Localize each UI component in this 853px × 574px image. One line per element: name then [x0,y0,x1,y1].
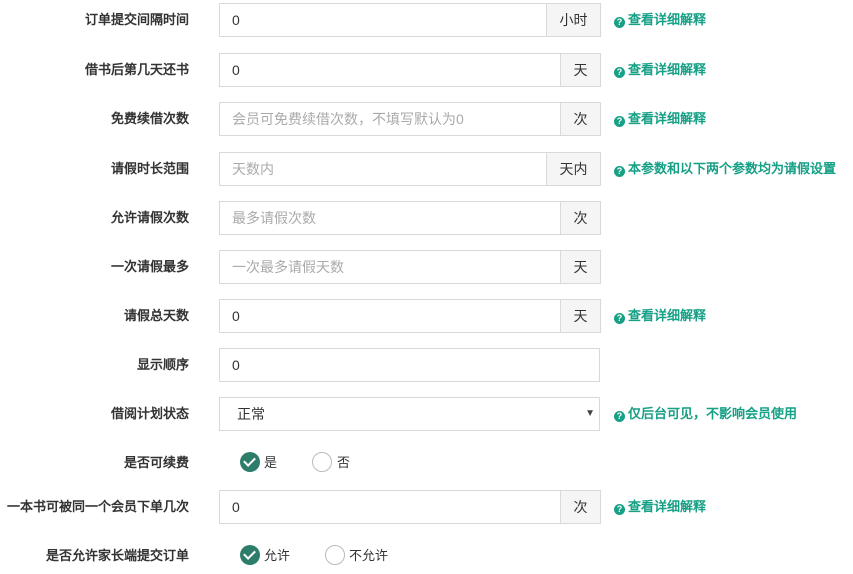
leave-total-label: 请假总天数 [123,308,189,323]
free-renew-help[interactable]: ? 查看详细解释 [614,102,706,136]
form-row-leave-total: 请假总天数 0 天 ? 查看详细解释 [0,299,853,333]
order-limit-unit: 次 [560,490,601,524]
question-icon: ? [614,116,625,127]
radio-unchecked-icon [312,452,332,472]
return-day-unit: 天 [560,53,601,87]
free-renew-unit: 次 [560,102,601,136]
parent-order-option-deny-label: 不允许 [349,548,389,563]
order-interval-unit: 小时 [546,3,601,37]
renewable-label: 是否可续费 [123,455,189,470]
parent-order-option-allow-label: 允许 [264,548,291,563]
order-limit-input[interactable]: 0 次 [219,490,601,524]
form-row-free-renew: 免费续借次数 会员可免费续借次数，不填写默认为0 次 ? 查看详细解释 [0,102,853,136]
form-row-leave-count: 允许请假次数 最多请假次数 次 [0,201,853,235]
order-interval-input[interactable]: 0 小时 [219,3,601,37]
chevron-down-icon: ▼ [585,408,595,419]
renewable-option-yes-label: 是 [264,455,278,470]
plan-status-select[interactable]: 正常 ▼ [219,397,600,431]
question-icon: ? [614,166,625,177]
display-order-value: 0 [232,357,240,373]
order-interval-value: 0 [232,12,240,28]
leave-total-input[interactable]: 0 天 [219,299,601,333]
order-interval-help[interactable]: ? 查看详细解释 [614,3,706,37]
free-renew-placeholder: 会员可免费续借次数，不填写默认为0 [232,111,464,127]
radio-unchecked-icon [325,545,345,565]
order-limit-value: 0 [232,499,240,515]
form-row-return-day: 借书后第几天还书 0 天 ? 查看详细解释 [0,53,853,87]
parent-order-option-allow[interactable]: 允许 [239,539,309,573]
question-icon: ? [614,504,625,515]
leave-count-label: 允许请假次数 [110,210,189,225]
leave-range-input[interactable]: 天数内 天内 [219,152,601,186]
return-day-input[interactable]: 0 天 [219,53,601,87]
radio-checked-icon [240,545,260,565]
display-order-input[interactable]: 0 [219,348,600,382]
plan-status-help: ? 仅后台可见，不影响会员使用 [614,397,797,431]
renewable-option-no[interactable]: 否 [311,446,371,480]
leave-max-once-label: 一次请假最多 [110,259,189,274]
display-order-label: 显示顺序 [136,357,189,372]
form-row-display-order: 显示顺序 0 [0,348,853,382]
form-row-leave-max-once: 一次请假最多 一次最多请假天数 天 [0,250,853,284]
radio-checked-icon [240,452,260,472]
question-icon: ? [614,411,625,422]
order-interval-label: 订单提交间隔时间 [84,12,189,27]
free-renew-input[interactable]: 会员可免费续借次数，不填写默认为0 次 [219,102,601,136]
question-icon: ? [614,17,625,28]
order-limit-label: 一本书可被同一个会员下单几次 [6,499,189,514]
form-row-plan-status: 借阅计划状态 正常 ▼ ? 仅后台可见，不影响会员使用 [0,397,853,431]
return-day-label: 借书后第几天还书 [84,62,189,77]
leave-max-once-unit: 天 [560,250,601,284]
form-row-parent-order: 是否允许家长端提交订单 允许 不允许 [0,539,853,573]
parent-order-label: 是否允许家长端提交订单 [45,548,189,563]
question-icon: ? [614,313,625,324]
plan-status-label: 借阅计划状态 [110,406,189,421]
leave-total-help[interactable]: ? 查看详细解释 [614,299,706,333]
leave-range-placeholder: 天数内 [232,161,274,177]
leave-max-once-placeholder: 一次最多请假天数 [232,259,344,275]
free-renew-label: 免费续借次数 [110,111,189,126]
return-day-value: 0 [232,62,240,78]
form-row-order-limit: 一本书可被同一个会员下单几次 0 次 ? 查看详细解释 [0,490,853,524]
order-limit-help[interactable]: ? 查看详细解释 [614,490,706,524]
return-day-help[interactable]: ? 查看详细解释 [614,53,706,87]
leave-total-unit: 天 [560,299,601,333]
question-icon: ? [614,67,625,78]
form-row-renewable: 是否可续费 是 否 [0,446,853,480]
renewable-option-yes[interactable]: 是 [239,446,299,480]
leave-range-help: ? 本参数和以下两个参数均为请假设置 [614,152,836,186]
leave-range-label: 请假时长范围 [110,161,189,176]
form-row-leave-range: 请假时长范围 天数内 天内 ? 本参数和以下两个参数均为请假设置 [0,152,853,186]
leave-count-placeholder: 最多请假次数 [232,210,316,226]
leave-max-once-input[interactable]: 一次最多请假天数 天 [219,250,601,284]
renewable-option-no-label: 否 [337,455,351,470]
form-row-order-interval: 订单提交间隔时间 0 小时 ? 查看详细解释 [0,3,853,37]
leave-total-value: 0 [232,308,240,324]
leave-count-input[interactable]: 最多请假次数 次 [219,201,601,235]
leave-range-unit: 天内 [546,152,601,186]
parent-order-option-deny[interactable]: 不允许 [324,539,404,573]
plan-status-selected: 正常 [237,406,265,422]
leave-count-unit: 次 [560,201,601,235]
